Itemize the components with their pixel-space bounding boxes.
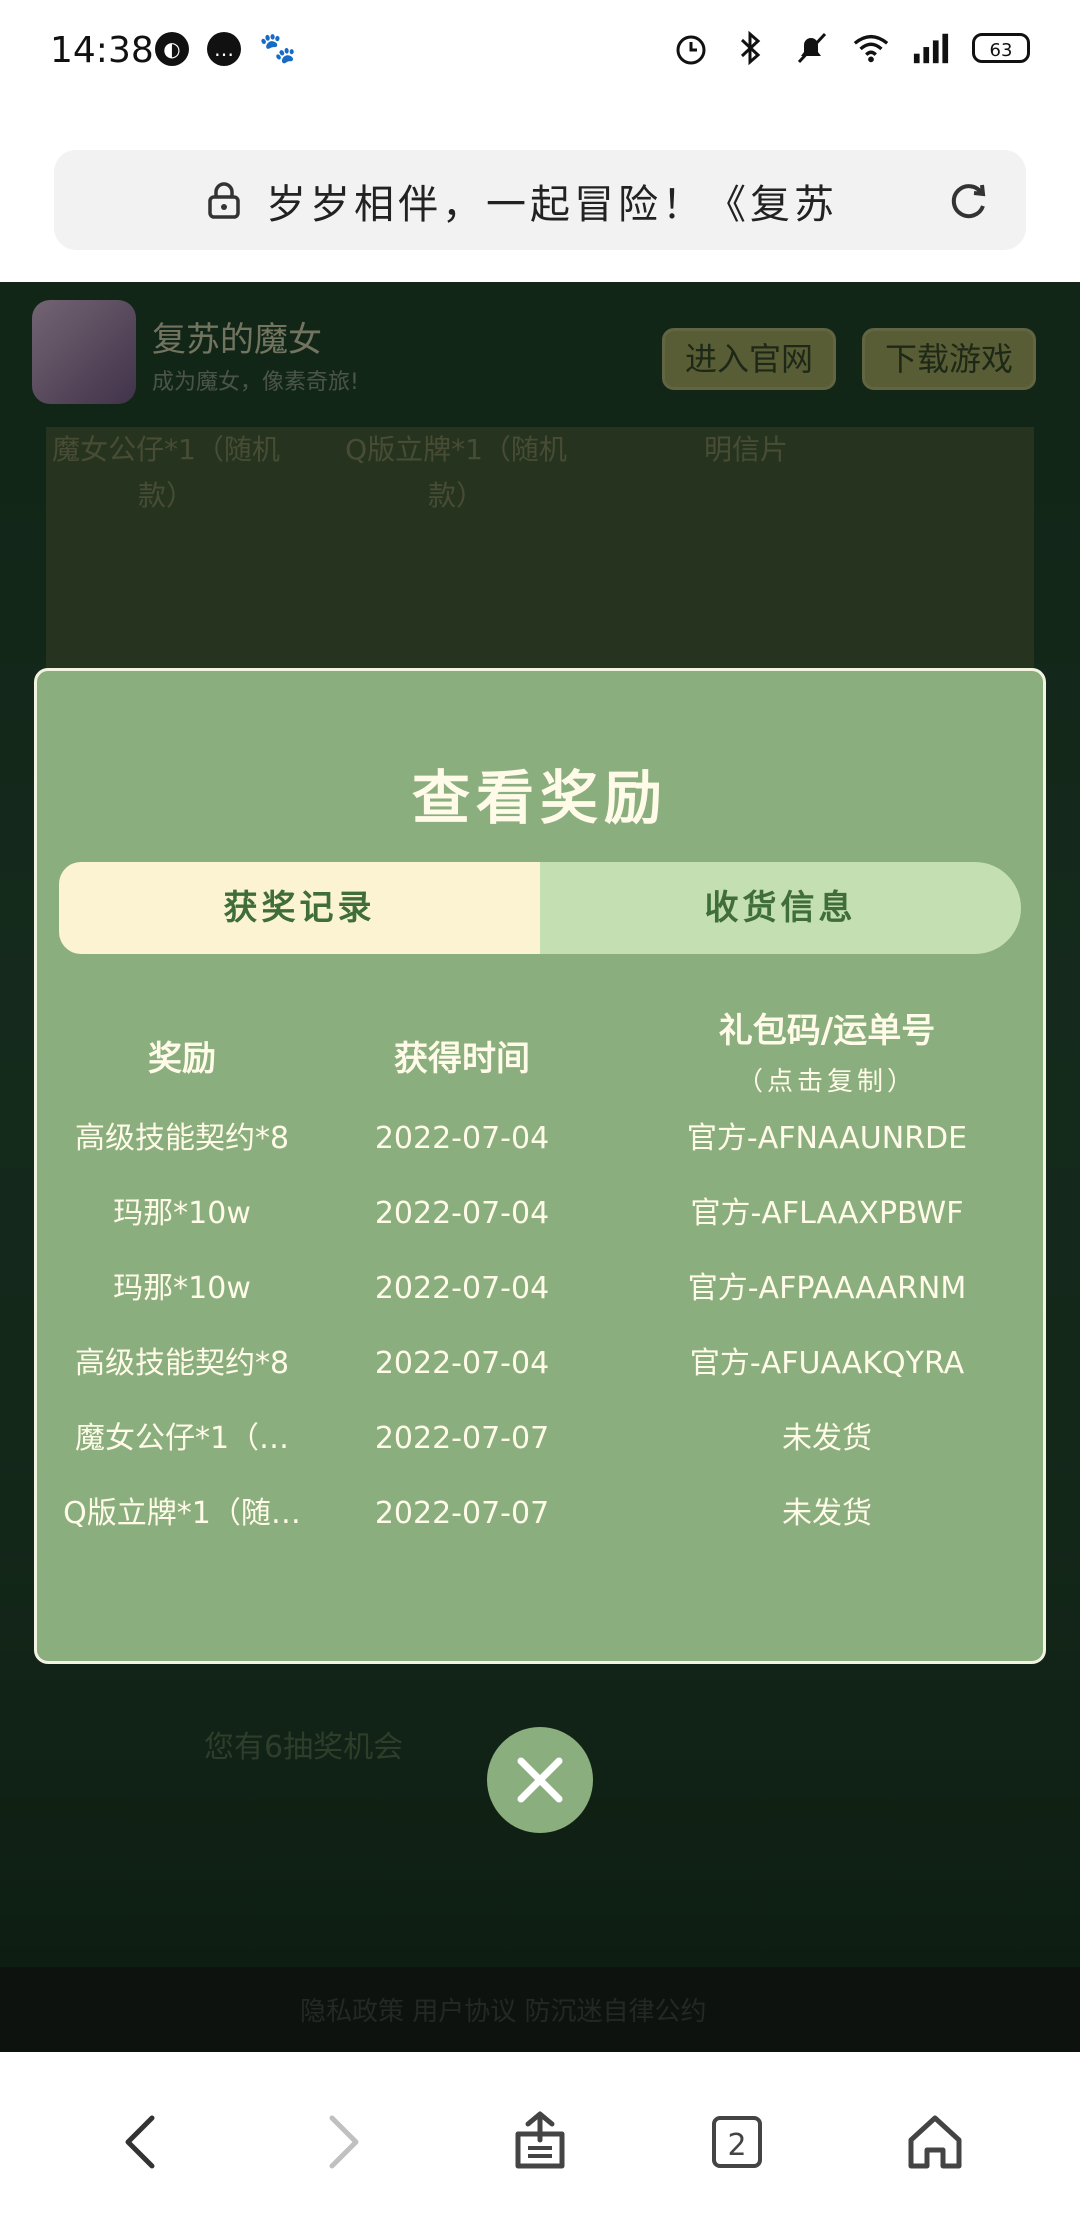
- share-icon: [515, 2111, 565, 2169]
- status-bar: 14:38 ◐ … 🐾 63: [0, 0, 1080, 110]
- mute-icon: [792, 29, 830, 67]
- bluetooth-icon: [732, 29, 770, 67]
- code-cell[interactable]: 官方-AFUAAKQYRA: [617, 1326, 1037, 1401]
- header-code: 礼包码/运单号: [718, 1011, 936, 1051]
- share-button[interactable]: [500, 2102, 580, 2182]
- code-cell[interactable]: 未发货: [617, 1401, 1037, 1476]
- address-bar[interactable]: 岁岁相伴，一起冒险！《复苏: [54, 150, 1026, 250]
- tab-reward-records[interactable]: 获奖记录: [59, 862, 540, 954]
- battery-indicator: 63: [972, 33, 1030, 63]
- paw-notification-icon: 🐾: [259, 31, 297, 66]
- code-cell[interactable]: 官方-AFLAAXPBWF: [617, 1176, 1037, 1251]
- reward-cell: 高级技能契约*8: [74, 1121, 290, 1156]
- header-time: 获得时间: [394, 1039, 530, 1079]
- time-cell: 2022-07-04: [374, 1346, 550, 1381]
- status-icons: 63: [672, 28, 1030, 68]
- code-cell[interactable]: 官方-AFPAAAARNM: [617, 1251, 1037, 1326]
- close-button[interactable]: [487, 1727, 593, 1833]
- time-cell: 2022-07-07: [374, 1496, 550, 1531]
- time-cell: 2022-07-04: [374, 1271, 550, 1306]
- wifi-icon: [852, 29, 890, 67]
- lock-icon: [204, 180, 244, 220]
- app-notification-icon: ◐: [155, 32, 189, 66]
- table-row: 高级技能契约*8 2022-07-04 官方-AFNAAUNRDE: [37, 1101, 1043, 1176]
- reward-cell: 高级技能契约*8: [74, 1346, 290, 1381]
- code-cell[interactable]: 未发货: [617, 1476, 1037, 1551]
- status-time: 14:38: [50, 30, 154, 71]
- reward-cell: 玛那*10w: [113, 1271, 251, 1306]
- reload-icon[interactable]: [948, 180, 990, 222]
- alarm-icon: [672, 29, 710, 67]
- home-button[interactable]: [895, 2102, 975, 2182]
- close-icon: [517, 1757, 563, 1803]
- page-title-text: 岁岁相伴，一起冒险！《复苏: [266, 182, 838, 228]
- signal-icon: [912, 29, 950, 67]
- forward-icon: [329, 2115, 359, 2169]
- home-icon: [908, 2115, 962, 2169]
- time-cell: 2022-07-04: [374, 1196, 550, 1231]
- code-cell[interactable]: 官方-AFNAAUNRDE: [617, 1101, 1037, 1176]
- header-code-hint: （点击复制）: [736, 1067, 917, 1097]
- table-row: Q版立牌*1（随… 2022-07-07 未发货: [37, 1476, 1043, 1551]
- table-row: 玛那*10w 2022-07-04 官方-AFLAAXPBWF: [37, 1176, 1043, 1251]
- message-notification-icon: …: [207, 32, 241, 66]
- reward-cell: 玛那*10w: [113, 1196, 251, 1231]
- tabs-button[interactable]: 2: [697, 2102, 777, 2182]
- back-icon: [125, 2115, 155, 2169]
- time-cell: 2022-07-04: [374, 1121, 550, 1156]
- back-button[interactable]: [102, 2102, 182, 2182]
- table-row: 魔女公仔*1（… 2022-07-07 未发货: [37, 1401, 1043, 1476]
- rewards-modal: 查看奖励 获奖记录 收货信息 奖励 获得时间 礼包码/运单号 （点击复制） 高级…: [34, 668, 1046, 1664]
- table-row: 玛那*10w 2022-07-04 官方-AFPAAAARNM: [37, 1251, 1043, 1326]
- header-reward: 奖励: [148, 1039, 216, 1079]
- time-cell: 2022-07-07: [374, 1421, 550, 1456]
- tab-shipping-info[interactable]: 收货信息: [540, 862, 1021, 954]
- tab-count: 2: [712, 2116, 762, 2168]
- browser-bottom-nav: 2: [0, 2052, 1080, 2232]
- modal-tabs: 获奖记录 收货信息: [59, 862, 1021, 954]
- table-row: 高级技能契约*8 2022-07-04 官方-AFUAAKQYRA: [37, 1326, 1043, 1401]
- reward-cell: 魔女公仔*1（…: [74, 1421, 290, 1456]
- forward-button[interactable]: [302, 2102, 382, 2182]
- reward-cell: Q版立牌*1（随…: [63, 1496, 301, 1531]
- modal-title: 查看奖励: [411, 764, 668, 832]
